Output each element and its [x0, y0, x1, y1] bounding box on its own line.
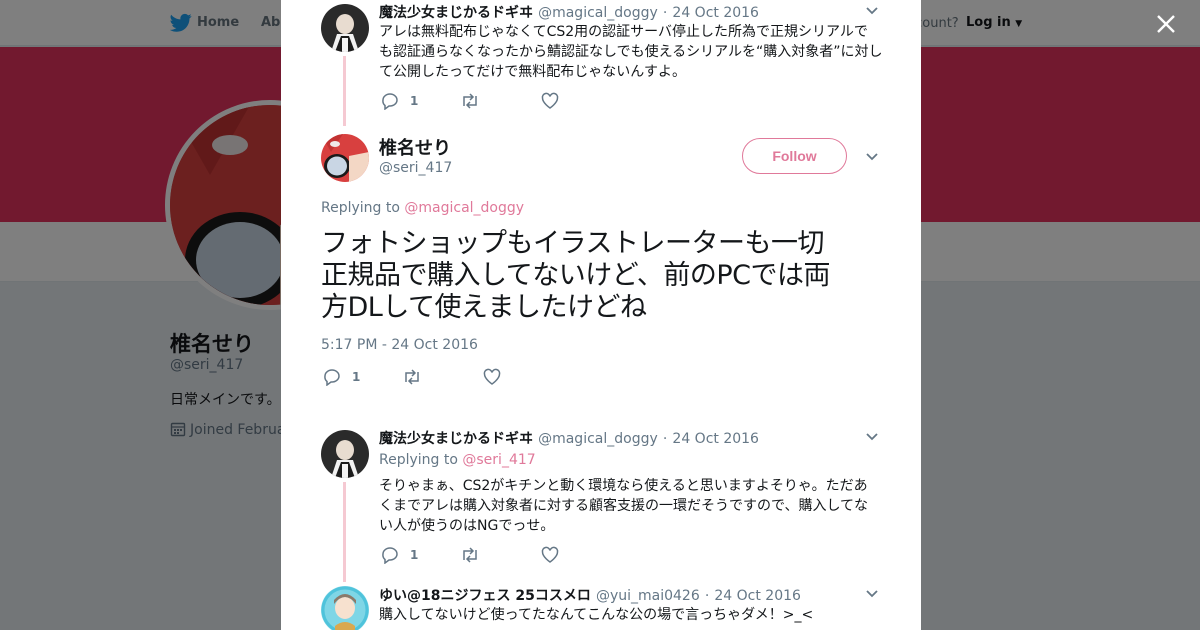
tweet-text-line: アレは無料配布じゃなくてCS2用の認証サーバ停止した所為で正規シリアルで: [379, 24, 868, 40]
main-tweet-text: フォトショップもイラストレーターも一切 正規品で購入してないけど、前のPCでは両…: [321, 228, 881, 324]
author-handle[interactable]: @magical_doggy: [538, 431, 658, 447]
reply-icon: [382, 93, 398, 110]
tweet-text-line: も認証通らなくなったから鯖認証なしでも使えるシリアルを“購入対象者”に対し: [379, 44, 883, 60]
retweet-icon: [463, 93, 477, 109]
retweet-icon: [405, 369, 419, 385]
author-name[interactable]: 椎名せり: [379, 134, 451, 160]
retweet-button[interactable]: [460, 92, 480, 112]
tweet-actions: 1: [323, 368, 523, 388]
tweet-header: ゆい@18ニジフェス 25コスメロ @yui_mai0426 · 24 Oct …: [379, 585, 801, 605]
thread-line: [343, 482, 346, 582]
like-button[interactable]: [483, 368, 501, 388]
like-button[interactable]: [541, 92, 559, 112]
tweet-text-line: て公開したってだけで無料配布じゃないんすよ。: [379, 64, 687, 80]
like-icon: [541, 92, 559, 109]
chevron-down-icon[interactable]: [864, 586, 880, 602]
tweet-permalink-modal: 魔法少女まじかるドギヰ @magical_doggy · 24 Oct 2016…: [281, 0, 921, 630]
like-icon: [541, 546, 559, 563]
tweet-text-line: い人が使うのはNGでっせ。: [379, 518, 555, 534]
follow-button[interactable]: Follow: [742, 138, 847, 174]
reply-count: 1: [352, 370, 361, 384]
avatar[interactable]: [321, 586, 369, 630]
tweet-text: そりゃまぁ、CS2がキチンと動く環境なら使えると思いますよそりゃ。ただあ くまで…: [379, 476, 889, 536]
reply-count: 1: [410, 94, 419, 108]
author-handle[interactable]: @yui_mai0426: [596, 588, 700, 604]
reply-button[interactable]: [381, 546, 399, 566]
mention-link[interactable]: @magical_doggy: [404, 200, 524, 216]
tweet-text-line: 正規品で購入してないけど、前のPCでは両: [321, 260, 830, 291]
author-handle[interactable]: @seri_417: [379, 160, 452, 176]
tweet-text-line: フォトショップもイラストレーターも一切: [321, 228, 824, 259]
author-name[interactable]: 魔法少女まじかるドギヰ: [379, 431, 533, 447]
thread-line: [343, 56, 346, 126]
tweet-text-line: 購入してないけど使ってたなんてこんな公の場で言っちゃダメ！>_<: [379, 607, 814, 623]
like-icon: [483, 368, 501, 385]
reply-button[interactable]: [323, 368, 341, 388]
reply-icon: [382, 547, 398, 564]
tweet-date[interactable]: 24 Oct 2016: [672, 5, 759, 21]
author-name[interactable]: ゆい@18ニジフェス 25コスメロ: [379, 588, 591, 604]
tweet-date[interactable]: 24 Oct 2016: [714, 588, 801, 604]
tweet-timestamp[interactable]: 5:17 PM - 24 Oct 2016: [321, 337, 478, 353]
mention-link[interactable]: @seri_417: [462, 452, 535, 468]
author-name[interactable]: 魔法少女まじかるドギヰ: [379, 5, 533, 21]
reply-button[interactable]: [381, 92, 399, 112]
avatar[interactable]: [321, 430, 369, 478]
tweet-text-line: くまでアレは購入対象者に対する顧客支援の一環だそうですので、購入してな: [379, 498, 869, 514]
author-handle[interactable]: @magical_doggy: [538, 5, 658, 21]
tweet-header: 魔法少女まじかるドギヰ @magical_doggy · 24 Oct 2016: [379, 428, 759, 448]
chevron-down-icon[interactable]: [864, 429, 880, 445]
retweet-button[interactable]: [460, 546, 480, 566]
reply-count: 1: [410, 548, 419, 562]
tweet-date[interactable]: 24 Oct 2016: [672, 431, 759, 447]
tweet-text-line: 方DLして使えましたけどね: [321, 292, 647, 323]
tweet-actions: 1: [381, 546, 581, 566]
chevron-down-icon[interactable]: [864, 149, 880, 165]
separator-dot: ·: [662, 431, 668, 447]
tweet-header: 魔法少女まじかるドギヰ @magical_doggy · 24 Oct 2016: [379, 2, 759, 22]
separator-dot: ·: [704, 588, 710, 604]
tweet-text-line: そりゃまぁ、CS2がキチンと動く環境なら使えると思いますよそりゃ。ただあ: [379, 478, 868, 494]
separator-dot: ·: [662, 5, 668, 21]
reply-icon: [324, 369, 340, 386]
retweet-button[interactable]: [402, 368, 422, 388]
replying-to-label: Replying to: [379, 452, 458, 468]
avatar[interactable]: [321, 4, 369, 52]
tweet-text: 購入してないけど使ってたなんてこんな公の場で言っちゃダメ！>_<: [379, 605, 889, 625]
replying-to: Replying to @seri_417: [379, 452, 536, 468]
chevron-down-icon[interactable]: [864, 3, 880, 19]
avatar[interactable]: [321, 134, 369, 182]
retweet-icon: [463, 547, 477, 563]
tweet-text: アレは無料配布じゃなくてCS2用の認証サーバ停止した所為で正規シリアルで も認証…: [379, 22, 889, 82]
like-button[interactable]: [541, 546, 559, 566]
close-icon[interactable]: [1154, 12, 1178, 36]
tweet-actions: 1: [381, 92, 581, 112]
replying-to-label: Replying to: [321, 200, 400, 216]
replying-to: Replying to @magical_doggy: [321, 200, 524, 216]
